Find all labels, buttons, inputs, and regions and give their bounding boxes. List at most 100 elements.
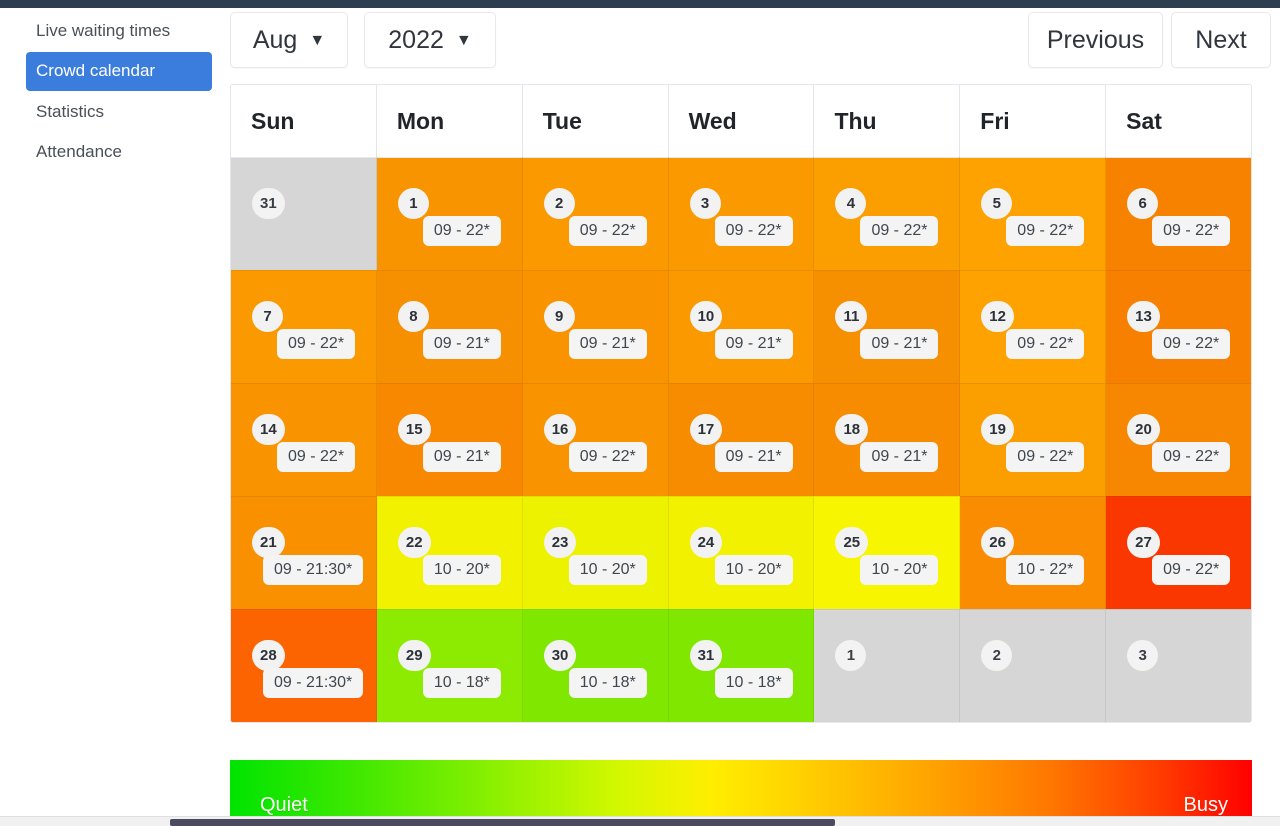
- calendar-day-cell[interactable]: 25 10 - 20*: [814, 496, 961, 609]
- calendar-toolbar: Aug ▼ 2022 ▼ Previous Next: [228, 8, 1280, 74]
- calendar-day-cell[interactable]: 26 10 - 22*: [960, 496, 1107, 609]
- opening-hours-badge: 09 - 22*: [1152, 329, 1231, 359]
- opening-hours-badge: 09 - 21*: [714, 442, 793, 472]
- calendar-day-cell[interactable]: 23 10 - 20*: [522, 496, 669, 609]
- opening-hours-badge: 10 - 18*: [568, 668, 647, 698]
- day-number: 3: [1127, 640, 1159, 671]
- day-number: 13: [1127, 301, 1160, 332]
- calendar-day-cell[interactable]: 30 10 - 18*: [522, 609, 669, 722]
- opening-hours-badge: 10 - 18*: [714, 668, 793, 698]
- opening-hours-badge: 09 - 22*: [277, 442, 356, 472]
- day-number: 30: [543, 640, 577, 671]
- day-number: 7: [252, 301, 283, 332]
- day-number: 25: [835, 527, 869, 558]
- calendar-day-cell[interactable]: 13 09 - 22*: [1106, 270, 1251, 383]
- opening-hours-badge: 09 - 22*: [1006, 216, 1085, 246]
- day-number: 5: [981, 188, 1013, 219]
- day-number: 19: [981, 414, 1014, 445]
- sidebar-item-crowd-calendar[interactable]: Crowd calendar: [26, 52, 212, 91]
- day-number: 6: [1127, 188, 1159, 219]
- day-number: 21: [252, 527, 285, 558]
- calendar-day-cell[interactable]: 29 10 - 18*: [376, 609, 523, 722]
- opening-hours-badge: 09 - 21*: [568, 329, 647, 359]
- day-number: 23: [543, 527, 577, 558]
- calendar-day-cell[interactable]: 6 09 - 22*: [1106, 157, 1251, 270]
- calendar-day-cell[interactable]: 4 09 - 22*: [814, 157, 961, 270]
- day-number: 10: [689, 301, 723, 332]
- opening-hours-badge: 10 - 20*: [860, 555, 939, 585]
- day-number: 15: [397, 414, 431, 445]
- day-number: 18: [835, 414, 869, 445]
- calendar-week-row: 31 1 09 - 22* 2 09 - 22* 3 09 - 22* 4 09 - 22* 5 0…: [231, 157, 1251, 270]
- opening-hours-badge: 09 - 21:30*: [263, 668, 364, 698]
- year-select[interactable]: 2022 ▼: [364, 12, 496, 68]
- day-number: 20: [1127, 414, 1160, 445]
- calendar-day-cell[interactable]: 24 10 - 20*: [668, 496, 815, 609]
- legend-low-label: Quiet: [260, 794, 308, 816]
- weekday-header-mon: Mon: [377, 85, 523, 157]
- calendar-day-cell[interactable]: 14 09 - 22*: [231, 383, 377, 496]
- crowd-calendar-grid: Sun Mon Tue Wed Thu Fri Sat 31 1 09 - 22* 2 09 - 2…: [230, 84, 1252, 723]
- opening-hours-badge: 10 - 20*: [568, 555, 647, 585]
- calendar-day-cell[interactable]: 2 09 - 22*: [522, 157, 669, 270]
- opening-hours-badge: 10 - 20*: [714, 555, 793, 585]
- day-number: 12: [981, 301, 1014, 332]
- calendar-day-cell[interactable]: 16 09 - 22*: [522, 383, 669, 496]
- sidebar-item-live-waiting-times[interactable]: Live waiting times: [26, 12, 212, 50]
- calendar-week-row: 14 09 - 22* 15 09 - 21* 16 09 - 22* 17 09 - 21*…: [231, 383, 1251, 496]
- sidebar-item-statistics[interactable]: Statistics: [26, 93, 212, 131]
- day-number: 2: [543, 188, 575, 219]
- calendar-day-cell-inactive: 2: [960, 609, 1107, 722]
- opening-hours-badge: 09 - 22*: [568, 216, 647, 246]
- calendar-day-cell[interactable]: 5 09 - 22*: [960, 157, 1107, 270]
- calendar-day-cell-inactive: 1: [814, 609, 961, 722]
- calendar-day-cell[interactable]: 19 09 - 22*: [960, 383, 1107, 496]
- weekday-header-wed: Wed: [669, 85, 815, 157]
- opening-hours-badge: 09 - 22*: [860, 216, 939, 246]
- next-button[interactable]: Next: [1171, 12, 1271, 68]
- calendar-day-cell[interactable]: 27 09 - 22*: [1106, 496, 1251, 609]
- horizontal-scrollbar[interactable]: [0, 816, 1280, 826]
- opening-hours-badge: 09 - 21*: [714, 329, 793, 359]
- calendar-day-cell[interactable]: 31 10 - 18*: [668, 609, 815, 722]
- calendar-header-row: Sun Mon Tue Wed Thu Fri Sat: [231, 85, 1251, 157]
- calendar-day-cell[interactable]: 11 09 - 21*: [814, 270, 961, 383]
- previous-button[interactable]: Previous: [1028, 12, 1163, 68]
- day-number: 27: [1127, 527, 1160, 558]
- calendar-day-cell[interactable]: 18 09 - 21*: [814, 383, 961, 496]
- weekday-header-tue: Tue: [523, 85, 669, 157]
- day-number: 31: [252, 188, 285, 219]
- calendar-day-cell[interactable]: 8 09 - 21*: [376, 270, 523, 383]
- calendar-day-cell[interactable]: 7 09 - 22*: [231, 270, 377, 383]
- opening-hours-badge: 09 - 21*: [860, 329, 939, 359]
- day-number: 3: [689, 188, 721, 219]
- weekday-header-fri: Fri: [960, 85, 1107, 157]
- opening-hours-badge: 09 - 21*: [422, 329, 501, 359]
- calendar-day-cell[interactable]: 12 09 - 22*: [960, 270, 1107, 383]
- calendar-day-cell[interactable]: 10 09 - 21*: [668, 270, 815, 383]
- calendar-day-cell[interactable]: 15 09 - 21*: [376, 383, 523, 496]
- top-navy-bar: [0, 0, 1280, 8]
- sidebar-nav: Live waiting times Crowd calendar Statisti…: [0, 8, 228, 826]
- calendar-day-cell[interactable]: 20 09 - 22*: [1106, 383, 1251, 496]
- opening-hours-badge: 09 - 22*: [1152, 555, 1231, 585]
- calendar-day-cell[interactable]: 28 09 - 21:30*: [231, 609, 377, 722]
- opening-hours-badge: 09 - 22*: [1006, 329, 1085, 359]
- opening-hours-badge: 10 - 22*: [1006, 555, 1085, 585]
- opening-hours-badge: 09 - 22*: [422, 216, 501, 246]
- crowd-calendar-page: Live waiting times Crowd calendar Statisti…: [0, 0, 1280, 826]
- calendar-day-cell[interactable]: 21 09 - 21:30*: [231, 496, 377, 609]
- calendar-day-cell[interactable]: 17 09 - 21*: [668, 383, 815, 496]
- horizontal-scrollbar-thumb[interactable]: [170, 819, 835, 826]
- day-number: 11: [835, 301, 868, 332]
- chevron-down-icon: ▼: [309, 32, 326, 49]
- calendar-day-cell[interactable]: 3 09 - 22*: [668, 157, 815, 270]
- day-number: 16: [543, 414, 577, 445]
- sidebar-item-attendance[interactable]: Attendance: [26, 133, 212, 171]
- calendar-day-cell-inactive: 3: [1106, 609, 1251, 722]
- calendar-day-cell[interactable]: 22 10 - 20*: [376, 496, 523, 609]
- month-select[interactable]: Aug ▼: [230, 12, 348, 68]
- opening-hours-badge: 09 - 22*: [568, 442, 647, 472]
- calendar-day-cell[interactable]: 9 09 - 21*: [522, 270, 669, 383]
- calendar-day-cell[interactable]: 1 09 - 22*: [376, 157, 523, 270]
